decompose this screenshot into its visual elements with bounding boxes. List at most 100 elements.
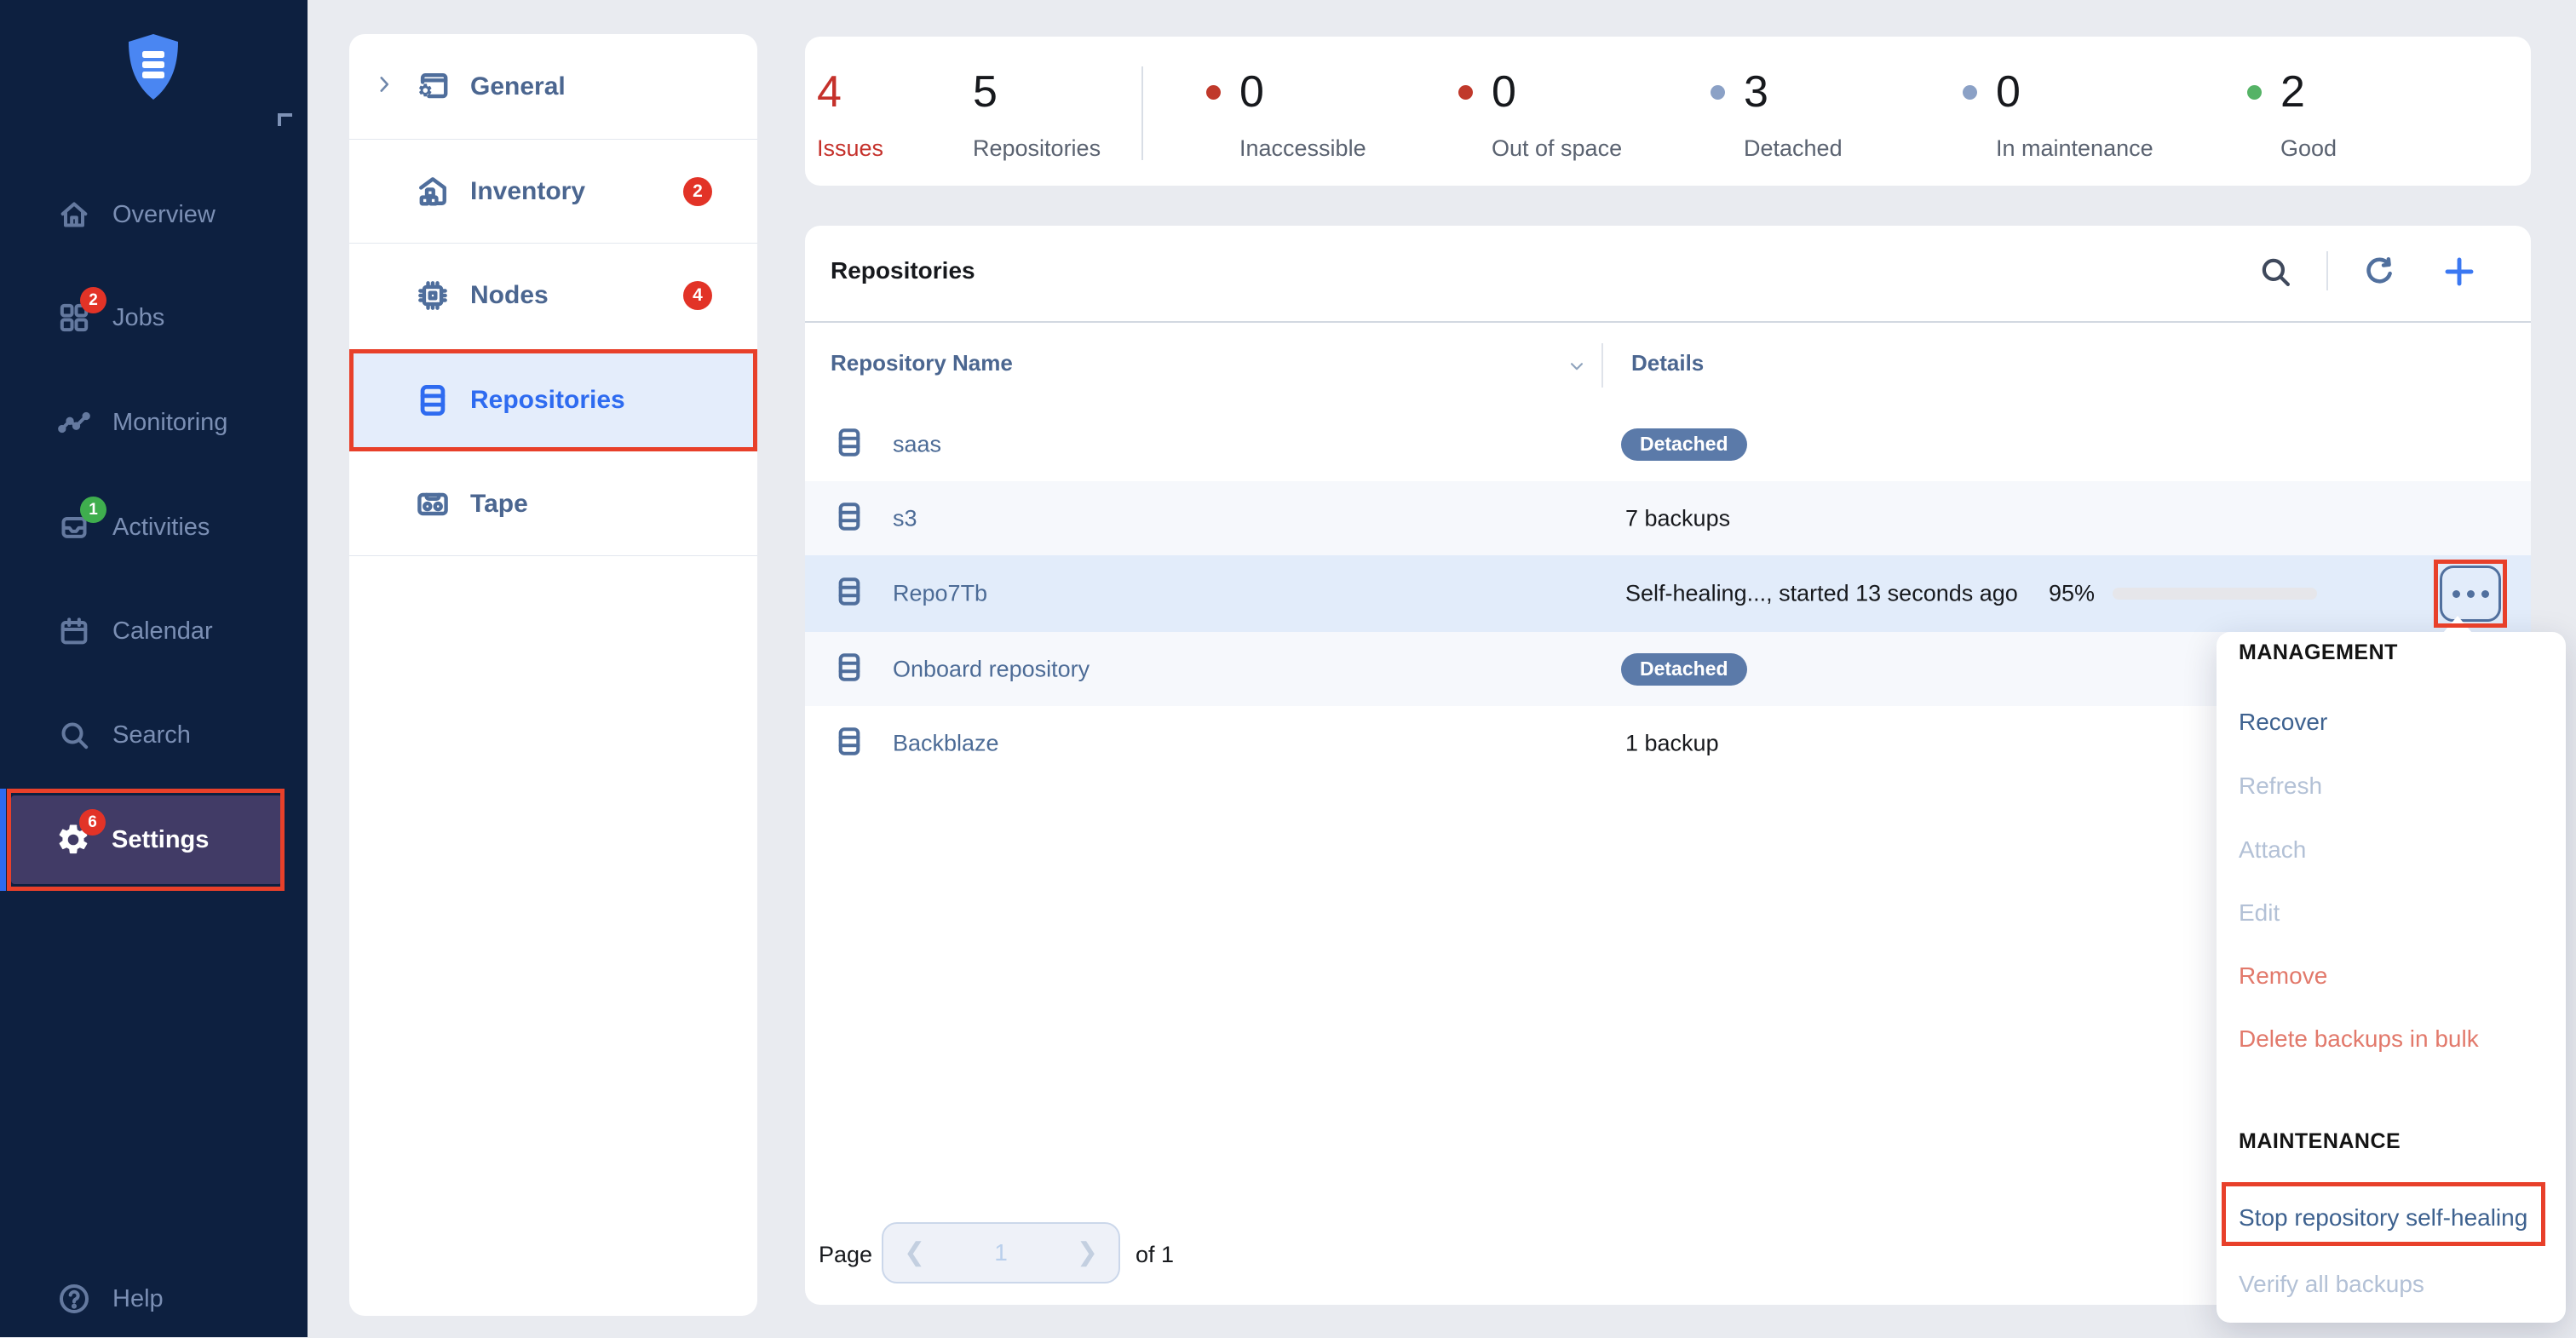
sidebar-collapse-icon[interactable] [278, 113, 292, 126]
table-search-button[interactable] [2256, 252, 2295, 291]
menu-item-verify-all-backups[interactable]: Verify all backups [2239, 1266, 2549, 1302]
sidebar-item-label: Activities [112, 514, 210, 542]
general-icon [412, 66, 453, 107]
chevron-right-icon[interactable] [373, 73, 395, 100]
page-next-icon[interactable]: ❯ [1077, 1240, 1098, 1266]
progress-percent: 95% [2049, 581, 2095, 607]
settings-nav-item-nodes[interactable]: Nodes 4 [349, 244, 757, 347]
settings-nav-label: Inventory [470, 177, 585, 206]
menu-section-management: MANAGEMENT [2239, 640, 2398, 665]
menu-item-edit[interactable]: Edit [2239, 895, 2549, 931]
stat-value: 0 [1239, 69, 1264, 115]
stat-label: Out of space [1492, 135, 1622, 162]
pager: ❮ 1 ❯ [882, 1222, 1120, 1283]
stat-label: Repositories [973, 135, 1101, 162]
menu-item-delete-backups-in-bulk[interactable]: Delete backups in bulk [2239, 1021, 2549, 1057]
nodes-icon [412, 275, 453, 316]
inventory-count-badge: 2 [683, 177, 712, 206]
ellipsis-icon [2452, 590, 2460, 598]
sidebar-item-calendar[interactable]: Calendar [0, 592, 308, 670]
sidebar-item-label: Calendar [112, 617, 213, 646]
jobs-count-badge: 2 [80, 287, 106, 313]
divider [2326, 251, 2328, 290]
repository-icon [833, 648, 865, 690]
settings-nav-label: Tape [470, 490, 528, 519]
stat-in-maintenance: 0 In maintenance [1963, 69, 2153, 162]
divider [805, 321, 2531, 323]
stat-detached: 3 Detached [1711, 69, 1843, 162]
refresh-button[interactable] [2360, 252, 2399, 291]
status-dot-green [2247, 85, 2262, 100]
stat-value: 3 [1744, 69, 1768, 115]
sidebar-item-settings[interactable]: 6 Settings [11, 795, 282, 884]
sidebar-item-help[interactable]: Help [0, 1260, 308, 1338]
table-row-saas[interactable]: saas Detached [805, 407, 2531, 481]
repository-context-menu: MANAGEMENT Recover Refresh Attach Edit R… [2217, 632, 2566, 1323]
status-dot-red [1458, 85, 1473, 100]
nodes-count-badge: 4 [683, 281, 712, 310]
repository-icon [833, 573, 865, 615]
sidebar-item-overview[interactable]: Overview [0, 175, 308, 254]
settings-nav-panel: General Inventory 2 Nodes 4 Repositories… [349, 34, 757, 1316]
repository-summary-card: 4 Issues 5 Repositories 0 Inaccessible 0… [805, 37, 2531, 186]
menu-item-attach[interactable]: Attach [2239, 832, 2549, 868]
add-repository-button[interactable] [2440, 252, 2479, 291]
settings-nav-item-tape[interactable]: Tape [349, 452, 757, 555]
settings-count-badge: 6 [79, 809, 106, 836]
status-badge-detached: Detached [1621, 428, 1747, 461]
table-row-repo7tb[interactable]: Repo7Tb Self-healing..., started 13 seco… [805, 555, 2531, 632]
page-of-label: of 1 [1136, 1242, 1174, 1268]
stat-label: In maintenance [1996, 135, 2153, 162]
activities-count-badge: 1 [80, 497, 106, 523]
help-icon [56, 1281, 92, 1317]
repository-name[interactable]: Onboard repository [893, 656, 1090, 682]
sidebar-item-jobs[interactable]: 2 Jobs [0, 279, 308, 357]
search-icon [56, 717, 92, 753]
sidebar-item-monitoring[interactable]: Monitoring [0, 383, 308, 462]
settings-nav-item-general[interactable]: General [349, 34, 757, 139]
status-dot-slate [1963, 85, 1977, 100]
progress-bar [2113, 588, 2317, 600]
menu-item-stop-repository-self-healing[interactable]: Stop repository self-healing [2239, 1200, 2549, 1236]
tape-icon [412, 484, 453, 525]
status-dot-red [1206, 85, 1221, 100]
divider [1141, 66, 1143, 160]
settings-nav-label: Repositories [470, 386, 625, 415]
stat-out-of-space: 0 Out of space [1458, 69, 1622, 162]
sidebar-item-label: Jobs [112, 304, 164, 332]
inbox-icon: 1 [56, 509, 92, 545]
row-actions-button[interactable] [2440, 566, 2501, 622]
stat-value: 5 [973, 69, 998, 115]
sidebar-item-label: Monitoring [112, 409, 227, 437]
sidebar-item-activities[interactable]: 1 Activities [0, 488, 308, 566]
repository-name[interactable]: s3 [893, 505, 917, 531]
stat-label: Good [2280, 135, 2337, 162]
stat-value: 4 [817, 69, 842, 115]
stat-value: 0 [1492, 69, 1516, 115]
sidebar-item-search[interactable]: Search [0, 696, 308, 774]
repository-name[interactable]: Repo7Tb [893, 581, 987, 607]
grid-icon: 2 [56, 300, 92, 336]
settings-nav-item-repositories[interactable]: Repositories [349, 349, 757, 451]
repository-icon [833, 722, 865, 764]
repository-icon [833, 423, 865, 465]
column-header-repository-name[interactable]: Repository Name [831, 350, 1013, 376]
column-header-details[interactable]: Details [1631, 350, 1704, 376]
menu-item-recover[interactable]: Recover [2239, 704, 2549, 740]
repositories-icon [412, 380, 453, 421]
table-row-s3[interactable]: s3 7 backups [805, 481, 2531, 555]
stat-good: 2 Good [2247, 69, 2337, 162]
stat-repositories: 5 Repositories [973, 69, 1101, 162]
page-label: Page [819, 1242, 872, 1268]
sidebar-item-label: Help [112, 1285, 164, 1313]
settings-nav-label: General [470, 72, 566, 101]
repository-name[interactable]: Backblaze [893, 730, 999, 756]
menu-item-remove[interactable]: Remove [2239, 958, 2549, 994]
current-page[interactable]: 1 [994, 1239, 1008, 1266]
settings-nav-item-inventory[interactable]: Inventory 2 [349, 140, 757, 243]
page-previous-icon[interactable]: ❮ [904, 1240, 925, 1266]
menu-item-refresh[interactable]: Refresh [2239, 768, 2549, 804]
sidebar-item-label: Search [112, 721, 191, 749]
sort-chevron-down-icon[interactable] [1566, 355, 1588, 382]
repository-name[interactable]: saas [893, 431, 941, 457]
